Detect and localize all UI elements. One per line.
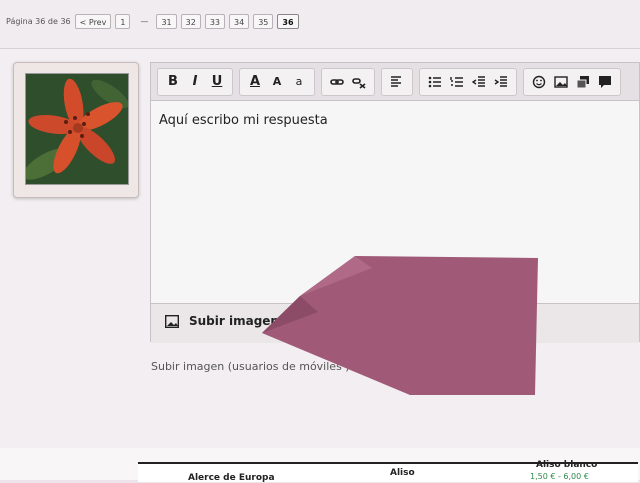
table-header-aliso-blanco: Aliso blanco: [536, 460, 598, 470]
price-table: Alerce de Europa Aliso Aliso blanco 1,50…: [138, 460, 638, 483]
pink-paper-overlay: [262, 256, 538, 395]
table-header-aliso: Aliso: [390, 468, 415, 478]
table-header-alerce: Alerce de Europa: [188, 473, 275, 483]
